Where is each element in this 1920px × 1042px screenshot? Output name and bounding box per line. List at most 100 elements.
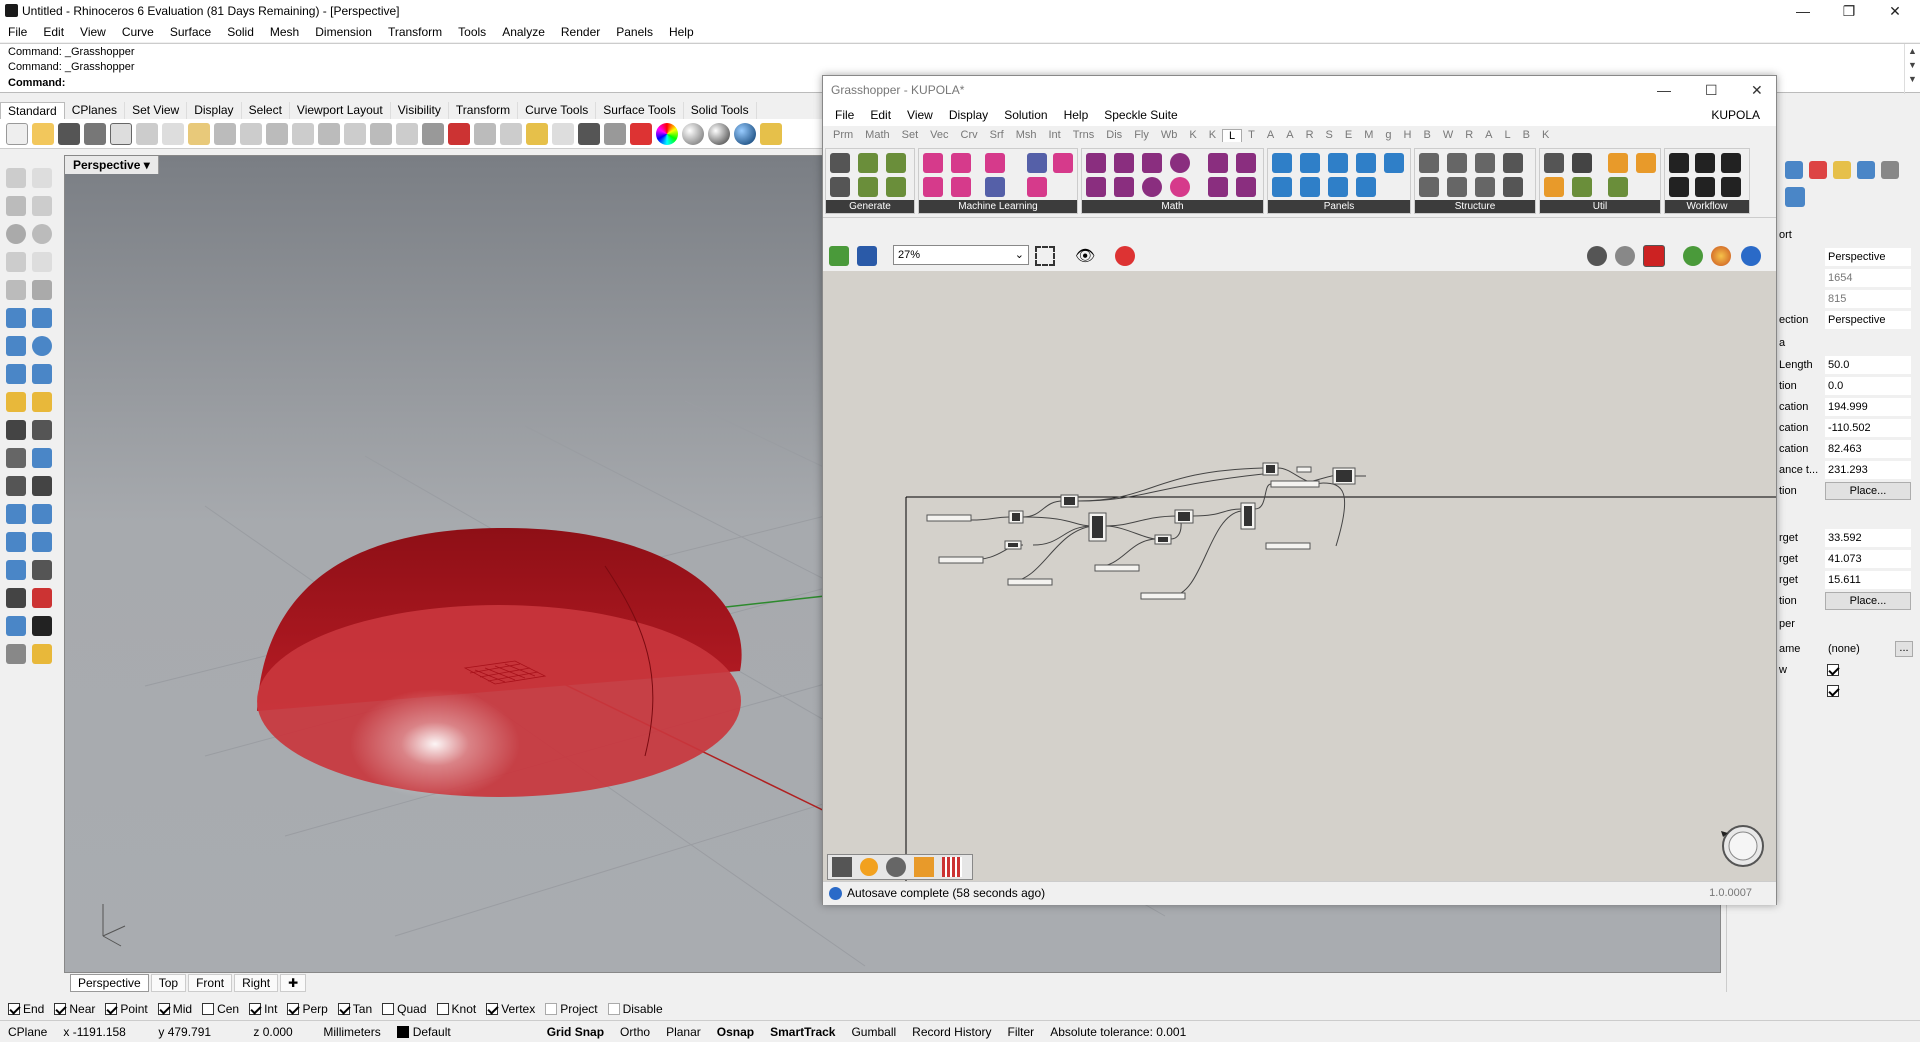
gh-tab[interactable]: Vec bbox=[924, 129, 954, 141]
menu-file[interactable]: File bbox=[0, 25, 35, 39]
osnap-int[interactable]: Int bbox=[249, 1002, 277, 1016]
component-icon[interactable] bbox=[1272, 153, 1292, 173]
component-icon[interactable] bbox=[1721, 177, 1741, 197]
gh-tab[interactable]: Trns bbox=[1067, 129, 1101, 141]
menu-surface[interactable]: Surface bbox=[162, 25, 219, 39]
planar-toggle[interactable]: Planar bbox=[658, 1025, 709, 1039]
filter-toggle[interactable]: Filter bbox=[1000, 1025, 1043, 1039]
osnap-project[interactable]: Project bbox=[545, 1002, 598, 1016]
component-icon[interactable] bbox=[985, 153, 1005, 173]
light-icon[interactable] bbox=[552, 122, 574, 145]
osnap-end-checkbox[interactable] bbox=[8, 1003, 20, 1015]
gh-tab[interactable]: B bbox=[1517, 129, 1536, 141]
menu-analyze[interactable]: Analyze bbox=[494, 25, 553, 39]
gh-menu-display[interactable]: Display bbox=[941, 108, 996, 122]
component-icon[interactable] bbox=[830, 177, 850, 197]
lock-icon[interactable] bbox=[578, 122, 600, 145]
component-icon[interactable] bbox=[1300, 177, 1320, 197]
viewport-tab-right[interactable]: Right bbox=[234, 974, 279, 992]
place-target-button[interactable]: Place... bbox=[1825, 592, 1911, 610]
tab-visibility[interactable]: Visibility bbox=[391, 102, 449, 119]
save-icon[interactable] bbox=[58, 122, 80, 145]
color-wheel-icon[interactable] bbox=[656, 122, 678, 145]
viewport-properties-icon[interactable] bbox=[1785, 187, 1805, 207]
explode-icon[interactable] bbox=[6, 448, 26, 468]
zoom-select[interactable]: 27% ⌄ bbox=[893, 245, 1029, 265]
gh-tab[interactable]: Wb bbox=[1155, 129, 1184, 141]
scale-icon[interactable] bbox=[32, 532, 52, 552]
new-file-icon[interactable] bbox=[6, 122, 28, 145]
sketch-brush-icon[interactable] bbox=[1115, 246, 1135, 266]
tab-cplanes[interactable]: CPlanes bbox=[65, 102, 126, 119]
gh-menu-help[interactable]: Help bbox=[1056, 108, 1097, 122]
z-target-field[interactable]: 15.611 bbox=[1825, 571, 1911, 589]
check-icon[interactable] bbox=[32, 616, 52, 636]
gh-tab[interactable]: g bbox=[1379, 129, 1397, 141]
component-icon[interactable] bbox=[1608, 153, 1628, 173]
component-icon[interactable] bbox=[1328, 177, 1348, 197]
layers-icon[interactable] bbox=[1833, 161, 1851, 179]
osnap-end[interactable]: End bbox=[8, 1002, 44, 1016]
import-icon[interactable] bbox=[110, 122, 132, 145]
number-slider-node[interactable] bbox=[926, 514, 972, 522]
copy-icon[interactable] bbox=[162, 122, 184, 145]
menu-render[interactable]: Render bbox=[553, 25, 608, 39]
component-icon[interactable] bbox=[1447, 153, 1467, 173]
navigation-widget[interactable] bbox=[1721, 825, 1764, 867]
gh-tab[interactable]: A bbox=[1261, 129, 1280, 141]
gh-tab[interactable]: K bbox=[1183, 129, 1202, 141]
material-icon[interactable] bbox=[1809, 161, 1827, 179]
rotation-field[interactable]: 0.0 bbox=[1825, 377, 1911, 395]
component-icon[interactable] bbox=[1475, 177, 1495, 197]
sphere-icon[interactable] bbox=[32, 336, 52, 356]
component-icon[interactable] bbox=[923, 177, 943, 197]
gh-tab[interactable]: Set bbox=[896, 129, 925, 141]
menu-edit[interactable]: Edit bbox=[35, 25, 72, 39]
component-icon[interactable] bbox=[886, 153, 906, 173]
component-icon[interactable] bbox=[1721, 153, 1741, 173]
gh-menu-edit[interactable]: Edit bbox=[862, 108, 899, 122]
grid-icon[interactable] bbox=[422, 122, 444, 145]
osnap-knot-checkbox[interactable] bbox=[436, 1003, 449, 1015]
component-icon[interactable] bbox=[858, 177, 878, 197]
undo-view-icon[interactable] bbox=[396, 122, 418, 145]
title-field[interactable]: Perspective bbox=[1825, 248, 1911, 266]
osnap-cen-checkbox[interactable] bbox=[202, 1003, 215, 1015]
fillet-icon[interactable] bbox=[6, 476, 26, 496]
open-document-icon[interactable] bbox=[829, 246, 849, 266]
gh-minimize-button[interactable]: — bbox=[1657, 76, 1671, 104]
osnap-perp[interactable]: Perp bbox=[287, 1002, 328, 1016]
component-icon[interactable] bbox=[1544, 153, 1564, 173]
menu-panels[interactable]: Panels bbox=[608, 25, 661, 39]
tab-select[interactable]: Select bbox=[242, 102, 290, 119]
undo-icon[interactable] bbox=[214, 122, 236, 145]
tab-set-view[interactable]: Set View bbox=[125, 102, 188, 119]
component-icon[interactable] bbox=[1208, 153, 1228, 173]
component-icon[interactable] bbox=[1114, 177, 1134, 197]
properties-icon[interactable] bbox=[630, 122, 652, 145]
minimize-button[interactable]: — bbox=[1780, 0, 1826, 22]
snap-icon[interactable] bbox=[500, 122, 522, 145]
number-slider-node[interactable] bbox=[1270, 480, 1320, 488]
osnap-near-checkbox[interactable] bbox=[54, 1003, 67, 1015]
component-icon[interactable] bbox=[1608, 177, 1628, 197]
viewport-tab-front[interactable]: Front bbox=[188, 974, 233, 992]
viewport-tab-top[interactable]: Top bbox=[150, 974, 187, 992]
tab-transform[interactable]: Transform bbox=[449, 102, 519, 119]
component-icon[interactable] bbox=[1636, 153, 1656, 173]
component-icon[interactable] bbox=[1142, 177, 1162, 197]
close-button[interactable]: ✕ bbox=[1872, 0, 1918, 22]
dimension-icon[interactable] bbox=[32, 504, 52, 524]
component-icon[interactable] bbox=[1503, 177, 1523, 197]
component-icon[interactable] bbox=[1114, 153, 1134, 173]
grid-preview-icon[interactable] bbox=[942, 857, 962, 877]
component-icon[interactable] bbox=[1236, 177, 1256, 197]
gh-tab[interactable]: W bbox=[1437, 129, 1459, 141]
zoom-extents-icon[interactable] bbox=[344, 122, 366, 145]
rectangle-icon[interactable] bbox=[32, 252, 52, 272]
number-slider-node[interactable] bbox=[1007, 578, 1053, 586]
component-icon[interactable] bbox=[1208, 177, 1228, 197]
gh-tab[interactable]: Int bbox=[1042, 129, 1066, 141]
gh-menu-view[interactable]: View bbox=[899, 108, 941, 122]
component-icon[interactable] bbox=[1086, 153, 1106, 173]
